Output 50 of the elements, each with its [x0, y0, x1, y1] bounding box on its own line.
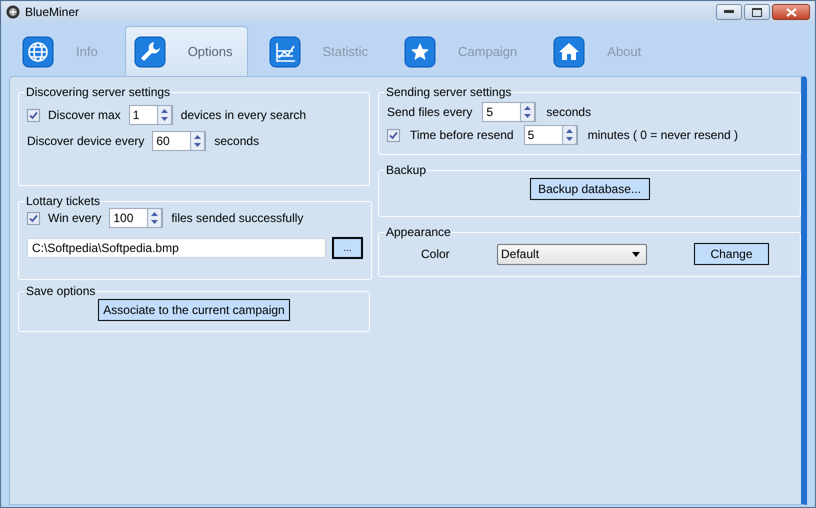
spinner-icon[interactable] — [147, 208, 162, 228]
window-title: BlueMiner — [25, 5, 80, 19]
checkbox-label: Win every — [48, 211, 102, 225]
minimize-icon — [724, 10, 734, 14]
number-field[interactable]: 5 — [482, 102, 536, 122]
tab[interactable]: Options — [124, 26, 248, 76]
chart-icon — [268, 36, 300, 68]
checkbox[interactable] — [27, 212, 40, 224]
checkbox-label: Time before resend — [410, 128, 514, 142]
color-dropdown[interactable]: Default — [497, 244, 647, 264]
change-button[interactable]: Change — [694, 243, 769, 265]
spinner-icon[interactable] — [562, 125, 577, 145]
checkbox-label: Discover max — [48, 108, 121, 122]
checkbox[interactable] — [27, 108, 40, 122]
group-title: Save options — [25, 284, 96, 298]
unit-label: devices in every search — [180, 108, 306, 122]
group-title: Discovering server settings — [25, 85, 172, 99]
group-title: Backup — [385, 163, 428, 177]
wrench-icon — [134, 36, 166, 68]
number-field[interactable]: 60 — [152, 131, 206, 151]
number-field[interactable]: 100 — [109, 208, 164, 228]
unit-label: seconds — [546, 105, 592, 119]
unit-label: seconds — [214, 134, 260, 148]
dropdown-arrow-icon — [632, 252, 640, 256]
checkbox[interactable] — [387, 128, 400, 142]
number-field[interactable]: 5 — [524, 125, 578, 145]
close-icon — [786, 8, 796, 16]
minimize-button[interactable] — [716, 4, 742, 20]
file-path-field[interactable]: C:\Softpedia\Softpedia.bmp — [27, 238, 326, 258]
field-label: Color — [421, 247, 451, 261]
maximize-icon — [752, 8, 762, 16]
unit-label: minutes ( 0 = never resend ) — [588, 128, 738, 142]
house-icon — [553, 36, 586, 68]
number-field[interactable]: 1 — [128, 105, 173, 125]
browse-button[interactable]: ... — [332, 237, 363, 259]
close-button[interactable] — [772, 4, 810, 20]
spinner-icon[interactable] — [156, 105, 172, 125]
app-icon — [6, 5, 20, 19]
associate-button[interactable]: Associate to the current campaign — [98, 299, 290, 321]
unit-label: files sended successfully — [171, 211, 304, 225]
maximize-button[interactable] — [744, 4, 770, 20]
field-label: Discover device every — [27, 134, 144, 148]
group-title: Appearance — [385, 225, 452, 239]
field-label: Send files every — [387, 105, 472, 119]
group-title: Sending server settings — [385, 85, 512, 99]
globe-icon — [22, 36, 54, 68]
group-title: Lottary tickets — [25, 194, 102, 208]
spinner-icon[interactable] — [520, 102, 536, 122]
spinner-icon[interactable] — [190, 131, 206, 151]
backup-button[interactable]: Backup database... — [530, 178, 650, 200]
